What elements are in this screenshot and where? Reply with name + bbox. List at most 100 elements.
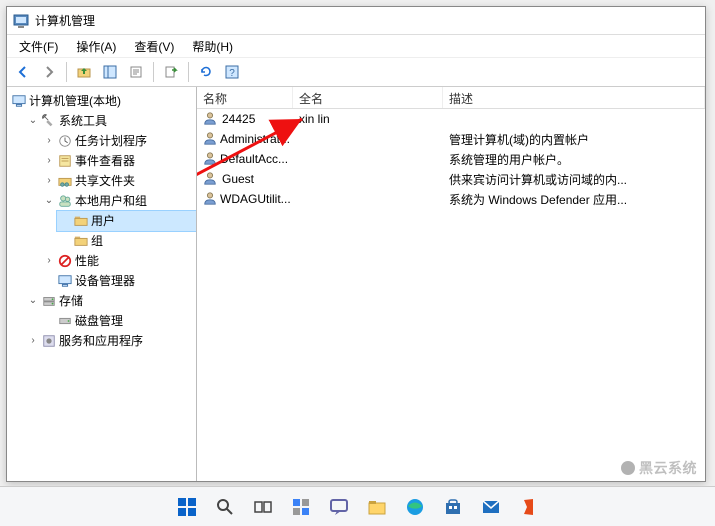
- list-header: 名称 全名 描述: [197, 87, 705, 109]
- collapse-icon[interactable]: ⌄: [27, 292, 39, 310]
- tree-shared-folders[interactable]: › 共享文件夹: [41, 171, 196, 191]
- computer-icon: [11, 93, 27, 109]
- svg-text:?: ?: [229, 68, 235, 79]
- column-description[interactable]: 描述: [443, 87, 705, 108]
- users-groups-icon: [57, 193, 73, 209]
- user-name: DefaultAcc...: [220, 152, 288, 166]
- watermark-logo-icon: [621, 461, 635, 475]
- tree-label: 任务计划程序: [75, 132, 147, 150]
- forward-button[interactable]: [37, 60, 61, 84]
- collapse-icon[interactable]: ⌄: [27, 112, 39, 130]
- up-button[interactable]: [72, 60, 96, 84]
- storage-icon: [41, 293, 57, 309]
- taskbar: [0, 486, 715, 526]
- tree-label: 磁盘管理: [75, 312, 123, 330]
- help-button[interactable]: ?: [220, 60, 244, 84]
- user-description: 系统为 Windows Defender 应用...: [443, 191, 705, 208]
- device-icon: [57, 273, 73, 289]
- services-icon: [41, 333, 57, 349]
- user-name: Guest: [222, 172, 254, 186]
- toolbar-separator: [66, 62, 67, 82]
- user-description: 系统管理的用户帐户。: [443, 151, 705, 168]
- expand-icon[interactable]: ›: [43, 132, 55, 150]
- properties-button[interactable]: [124, 60, 148, 84]
- tree-event-viewer[interactable]: › 事件查看器: [41, 151, 196, 171]
- list-body[interactable]: 24425xin linAdministrat...管理计算机(域)的内置帐户D…: [197, 109, 705, 209]
- store-button[interactable]: [437, 491, 469, 523]
- window-title: 计算机管理: [35, 12, 699, 29]
- user-row[interactable]: Guest 供来宾访问计算机或访问域的内...: [197, 169, 705, 189]
- tree-storage[interactable]: ⌄ 存储: [25, 291, 196, 311]
- menu-view[interactable]: 查看(V): [126, 36, 182, 57]
- tree-label: 服务和应用程序: [59, 332, 143, 350]
- folder-icon: [73, 233, 89, 249]
- office-button[interactable]: [513, 491, 545, 523]
- show-hide-tree-button[interactable]: [98, 60, 122, 84]
- tree-performance[interactable]: ›性能: [41, 251, 196, 271]
- user-row[interactable]: 24425 xin lin: [197, 109, 705, 129]
- toolbar: ?: [7, 57, 705, 87]
- tree-users[interactable]: 用户: [57, 211, 196, 231]
- tree-label: 存储: [59, 292, 83, 310]
- clock-icon: [57, 133, 73, 149]
- tree-label: 计算机管理(本地): [29, 92, 121, 110]
- tree-label: 组: [91, 232, 103, 250]
- column-name[interactable]: 名称: [197, 87, 293, 108]
- shared-folder-icon: [57, 173, 73, 189]
- tree-label: 系统工具: [59, 112, 107, 130]
- edge-button[interactable]: [399, 491, 431, 523]
- user-fullname: xin lin: [293, 112, 443, 126]
- navigation-tree[interactable]: 计算机管理(本地) ⌄ 系统工具 › 任务计划程序 › 事件查看器: [7, 87, 197, 481]
- user-description: 供来宾访问计算机或访问域的内...: [443, 171, 705, 188]
- user-row[interactable]: WDAGUtilit...系统为 Windows Defender 应用...: [197, 189, 705, 209]
- expand-icon[interactable]: ›: [43, 152, 55, 170]
- tree-label: 设备管理器: [75, 272, 135, 290]
- tree-groups[interactable]: 组: [57, 231, 196, 251]
- back-button[interactable]: [11, 60, 35, 84]
- tree-label: 共享文件夹: [75, 172, 135, 190]
- user-name: Administrat...: [220, 132, 290, 146]
- app-icon: [13, 13, 29, 29]
- watermark-text: 黑云系统: [639, 458, 697, 478]
- menu-file[interactable]: 文件(F): [11, 36, 66, 57]
- event-icon: [57, 153, 73, 169]
- expand-icon[interactable]: ›: [27, 332, 39, 350]
- tree-services-apps[interactable]: › 服务和应用程序: [25, 331, 196, 351]
- user-row[interactable]: Administrat... 管理计算机(域)的内置帐户: [197, 129, 705, 149]
- mail-button[interactable]: [475, 491, 507, 523]
- menu-help[interactable]: 帮助(H): [184, 36, 241, 57]
- refresh-button[interactable]: [194, 60, 218, 84]
- tree-system-tools[interactable]: ⌄ 系统工具: [25, 111, 196, 131]
- tree-device-manager[interactable]: 设备管理器: [41, 271, 196, 291]
- menubar: 文件(F) 操作(A) 查看(V) 帮助(H): [7, 35, 705, 57]
- user-row[interactable]: DefaultAcc... 系统管理的用户帐户。: [197, 149, 705, 169]
- column-fullname[interactable]: 全名: [293, 87, 443, 108]
- folder-icon: [73, 213, 89, 229]
- search-button[interactable]: [209, 491, 241, 523]
- tree-label: 本地用户和组: [75, 192, 147, 210]
- tree-task-scheduler[interactable]: › 任务计划程序: [41, 131, 196, 151]
- widgets-button[interactable]: [285, 491, 317, 523]
- tree-label: 事件查看器: [75, 152, 135, 170]
- chat-button[interactable]: [323, 491, 355, 523]
- user-icon: [203, 191, 217, 207]
- titlebar[interactable]: 计算机管理: [7, 7, 705, 35]
- user-icon: [203, 151, 217, 167]
- expand-icon[interactable]: ›: [43, 172, 55, 190]
- task-view-button[interactable]: [247, 491, 279, 523]
- user-description: 管理计算机(域)的内置帐户: [443, 131, 705, 148]
- performance-icon: [57, 253, 73, 269]
- start-button[interactable]: [171, 491, 203, 523]
- export-button[interactable]: [159, 60, 183, 84]
- menu-action[interactable]: 操作(A): [68, 36, 124, 57]
- tree-root[interactable]: 计算机管理(本地): [9, 91, 196, 111]
- tree-local-users-groups[interactable]: ⌄ 本地用户和组: [41, 191, 196, 211]
- tree-disk-management[interactable]: 磁盘管理: [41, 311, 196, 331]
- body-area: 计算机管理(本地) ⌄ 系统工具 › 任务计划程序 › 事件查看器: [7, 87, 705, 481]
- user-icon: [203, 131, 217, 147]
- user-name: 24425: [222, 112, 255, 126]
- user-icon: [203, 171, 219, 187]
- collapse-icon[interactable]: ⌄: [43, 192, 55, 210]
- file-explorer-button[interactable]: [361, 491, 393, 523]
- expand-icon[interactable]: ›: [43, 252, 55, 270]
